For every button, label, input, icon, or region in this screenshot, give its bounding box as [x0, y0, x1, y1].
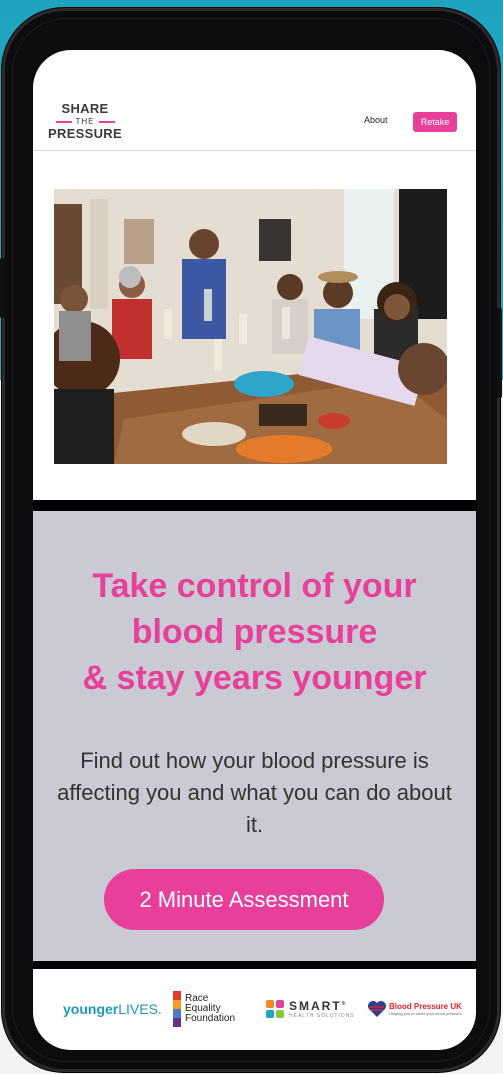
hero-section — [33, 151, 476, 500]
headline-line-2: blood pressure — [131, 613, 378, 651]
nav-about-link[interactable]: About — [364, 115, 388, 125]
logo-word-the: THE — [75, 116, 95, 126]
phone-side-button — [0, 258, 5, 318]
partner-logos: youngerLIVES. Race Equality Foundation — [33, 969, 476, 1050]
page-headline: Take control of your blood pressure & st… — [33, 563, 476, 701]
section-divider — [33, 500, 476, 511]
phone-frame: SHARE THE PRESSURE About Retake Take con… — [0, 8, 502, 1072]
cta-section: Take control of your blood pressure & st… — [33, 511, 476, 961]
headline-line-1: Take control of your — [92, 567, 417, 605]
headline-line-3: & stay years younger — [82, 659, 427, 697]
phone-power-button — [497, 308, 502, 398]
younger-lives-logo[interactable]: younger LIVES. — [63, 989, 162, 1029]
logo-word-pressure: PRESSURE — [48, 126, 122, 141]
phone-screen: SHARE THE PRESSURE About Retake Take con… — [33, 50, 476, 1050]
photo-illustration — [54, 189, 447, 464]
section-divider — [33, 961, 476, 969]
cta-subtext: Find out how your blood pressure is affe… — [57, 748, 452, 837]
race-equality-icon — [173, 991, 181, 1027]
family-dinner-toast-photo — [54, 189, 447, 464]
site-header: SHARE THE PRESSURE About Retake — [33, 50, 476, 151]
smart-health-solutions-logo[interactable]: SMART® HEALTH SOLUTIONS — [265, 989, 355, 1029]
logo-word-share: SHARE — [61, 101, 109, 116]
share-the-pressure-logo[interactable]: SHARE THE PRESSURE — [45, 102, 125, 141]
race-equality-foundation-logo[interactable]: Race Equality Foundation — [173, 989, 235, 1029]
smart-puzzle-icon — [266, 1000, 284, 1018]
blood-pressure-uk-logo[interactable]: Blood Pressure UK Helping you to lower y… — [367, 989, 462, 1029]
heart-icon — [368, 1001, 386, 1017]
retake-button[interactable]: Retake — [413, 112, 457, 132]
assessment-button[interactable]: 2 Minute Assessment — [104, 869, 384, 930]
